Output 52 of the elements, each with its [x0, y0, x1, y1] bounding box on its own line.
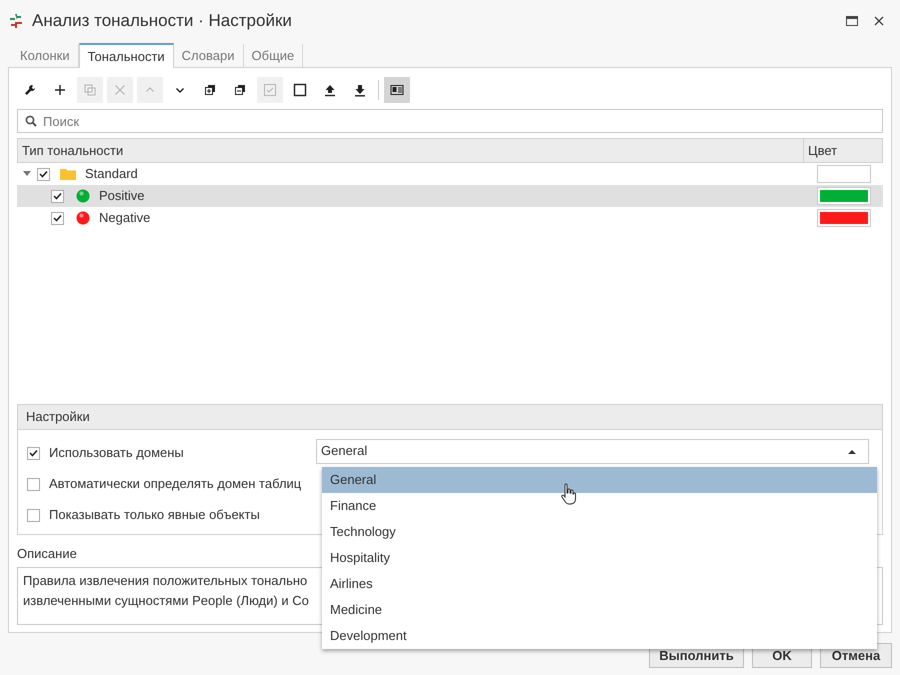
- color-swatch[interactable]: [817, 165, 871, 183]
- checkbox[interactable]: [27, 478, 40, 490]
- dropdown-item[interactable]: Finance: [322, 493, 877, 519]
- dropdown-item[interactable]: General: [322, 467, 877, 493]
- row-label: Positive: [99, 187, 145, 206]
- domain-dropdown[interactable]: General: [316, 438, 869, 464]
- window-title: Анализ тональности · Настройки: [32, 10, 292, 32]
- dropdown-item[interactable]: Airlines: [322, 571, 877, 597]
- option-label: Автоматически определять домен таблиц: [49, 475, 302, 494]
- checkbox[interactable]: [27, 508, 40, 522]
- upload-icon: [323, 83, 337, 97]
- row-label: Negative: [99, 209, 150, 228]
- close-icon: [113, 83, 127, 97]
- checked-checkbox[interactable]: [51, 212, 64, 224]
- dropdown-item[interactable]: Hospitality: [322, 545, 877, 571]
- copy-icon: [83, 83, 97, 97]
- search-icon: [25, 115, 37, 127]
- description-label: Описание: [17, 544, 77, 562]
- expand-all-icon: [203, 83, 217, 97]
- option-label: Показывать только явные объекты: [49, 506, 260, 524]
- folder-icon: [60, 168, 76, 180]
- checked-box-icon: [263, 83, 277, 97]
- download-icon: [353, 83, 367, 97]
- hand-cursor-icon: [560, 483, 578, 505]
- panel-icon: [390, 83, 404, 97]
- selected-row[interactable]: Positive: [17, 185, 883, 207]
- column-header[interactable]: Цвет: [804, 139, 882, 162]
- search-field[interactable]: Поиск: [17, 109, 883, 133]
- expander-icon[interactable]: [23, 171, 31, 177]
- maximize-icon[interactable]: [846, 16, 858, 26]
- color-swatch[interactable]: [817, 187, 871, 205]
- row-label: Standard: [85, 165, 138, 184]
- app-icon: [8, 13, 24, 29]
- description-text: Правила извлечения положительных тонально извлеченными сущностями People (Люди) и Co: [23, 572, 309, 610]
- empty-box-icon: [293, 83, 307, 97]
- close-icon[interactable]: [874, 16, 884, 26]
- column-header[interactable]: Тип тональности: [18, 139, 804, 162]
- checked-checkbox[interactable]: [37, 168, 50, 180]
- option-label: Использовать домены: [49, 444, 184, 462]
- dropdown-item[interactable]: Development: [322, 623, 877, 649]
- color-swatch[interactable]: [817, 209, 871, 227]
- checked-checkbox[interactable]: [27, 446, 40, 460]
- checked-checkbox[interactable]: [51, 190, 64, 202]
- plus-icon: [53, 83, 67, 97]
- dropdown-item[interactable]: Technology: [322, 519, 877, 545]
- caret-icon: [848, 448, 856, 454]
- tab[interactable]: Тональности: [78, 43, 174, 68]
- wrench-icon: [23, 83, 37, 97]
- group-title: Настройки: [26, 408, 90, 426]
- dropdown-item[interactable]: Medicine: [322, 597, 877, 623]
- collapse-all-icon: [233, 83, 247, 97]
- toolbar-button[interactable]: [384, 77, 410, 103]
